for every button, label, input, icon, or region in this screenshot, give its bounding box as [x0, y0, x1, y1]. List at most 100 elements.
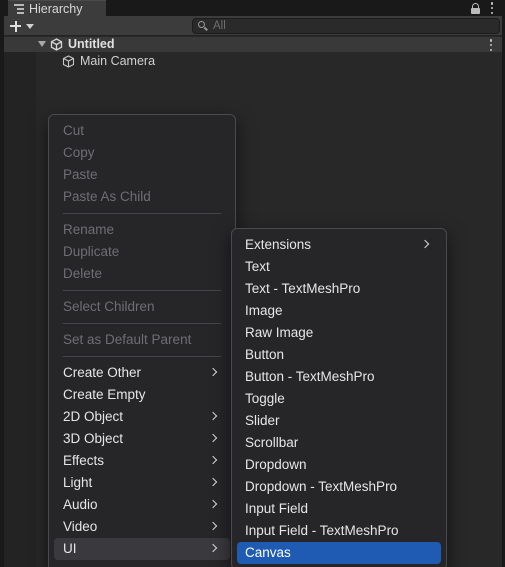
menu-item-label: Paste As Child [63, 189, 151, 204]
submenu-item-slider[interactable]: Slider [232, 410, 446, 432]
menu-item-label: Raw Image [245, 325, 314, 340]
menu-item-audio[interactable]: Audio [49, 494, 235, 516]
submenu-item-input-field[interactable]: Input Field [232, 498, 446, 520]
menu-separator [63, 356, 221, 357]
foldout-arrow-icon[interactable] [38, 41, 46, 47]
dropdown-caret-icon [26, 23, 34, 29]
menu-item-paste[interactable]: Paste [49, 164, 235, 186]
submenu-item-button[interactable]: Button [232, 344, 446, 366]
menu-item-select-children[interactable]: Select Children [49, 296, 235, 318]
menu-item-label: Cut [63, 123, 85, 138]
menu-item-label: Scrollbar [245, 435, 299, 450]
more-options-icon[interactable] [490, 2, 494, 14]
tree-gutter [4, 52, 36, 567]
menu-separator [63, 213, 221, 214]
submenu-item-canvas[interactable]: Canvas [237, 542, 441, 564]
hierarchy-item-label: Main Camera [80, 54, 156, 68]
search-placeholder: All [213, 20, 226, 32]
menu-item-label: Image [245, 303, 283, 318]
tab-bar: Hierarchy [4, 0, 502, 16]
search-field[interactable]: All [192, 18, 500, 34]
menu-item-label: 2D Object [63, 409, 124, 424]
menu-item-label: Text [245, 259, 270, 274]
menu-item-label: Video [63, 519, 98, 534]
menu-item-rename[interactable]: Rename [49, 219, 235, 241]
menu-item-set-as-default-parent[interactable]: Set as Default Parent [49, 329, 235, 351]
menu-item-label: Set as Default Parent [63, 332, 192, 347]
menu-separator [63, 323, 221, 324]
submenu-item-image[interactable]: Image [232, 300, 446, 322]
hierarchy-toolbar: All [4, 16, 502, 36]
menu-item-delete[interactable]: Delete [49, 263, 235, 285]
menu-item-label: Dropdown [245, 457, 307, 472]
chevron-right-icon [208, 521, 218, 531]
menu-item-label: Copy [63, 145, 95, 160]
submenu-item-dropdown[interactable]: Dropdown [232, 454, 446, 476]
menu-item-label: UI [63, 541, 77, 556]
chevron-right-icon [208, 433, 218, 443]
menu-item-label: Delete [63, 266, 103, 281]
menu-item-label: Create Other [63, 365, 142, 380]
menu-item-copy[interactable]: Copy [49, 142, 235, 164]
menu-item-create-empty[interactable]: Create Empty [49, 384, 235, 406]
ui-submenu: Extensions Text Text - TextMeshPro Image… [231, 228, 447, 567]
submenu-item-input-field-textmeshpro[interactable]: Input Field - TextMeshPro [232, 520, 446, 542]
menu-item-label: Slider [245, 413, 280, 428]
menu-item-light[interactable]: Light [49, 472, 235, 494]
tab-actions [471, 0, 494, 16]
menu-item-label: Input Field [245, 501, 309, 516]
menu-item-2d-object[interactable]: 2D Object [49, 406, 235, 428]
menu-item-label: Light [63, 475, 93, 490]
menu-item-ui[interactable]: UI [54, 538, 230, 560]
menu-item-label: Paste [63, 167, 98, 182]
chevron-right-icon [208, 411, 218, 421]
submenu-item-text-textmeshpro[interactable]: Text - TextMeshPro [232, 278, 446, 300]
menu-item-label: Extensions [245, 237, 312, 252]
menu-item-label: Duplicate [63, 244, 120, 259]
menu-item-label: Audio [63, 497, 98, 512]
chevron-right-icon [420, 239, 430, 249]
menu-item-label: Text - TextMeshPro [245, 281, 361, 296]
menu-item-label: Dropdown - TextMeshPro [245, 479, 398, 494]
lock-icon[interactable] [471, 2, 480, 14]
scene-name: Untitled [68, 37, 115, 51]
menu-item-cut[interactable]: Cut [49, 120, 235, 142]
submenu-item-button-textmeshpro[interactable]: Button - TextMeshPro [232, 366, 446, 388]
hierarchy-item-main-camera[interactable]: Main Camera [62, 53, 155, 69]
scene-options-icon[interactable] [489, 39, 493, 51]
chevron-right-icon [208, 367, 218, 377]
unity-scene-icon [50, 38, 63, 51]
menu-item-label: Rename [63, 222, 115, 237]
menu-item-effects[interactable]: Effects [49, 450, 235, 472]
submenu-item-extensions[interactable]: Extensions [232, 234, 446, 256]
menu-item-create-other[interactable]: Create Other [49, 362, 235, 384]
menu-item-label: Input Field - TextMeshPro [245, 523, 399, 538]
menu-item-3d-object[interactable]: 3D Object [49, 428, 235, 450]
menu-item-label: 3D Object [63, 431, 124, 446]
menu-item-video[interactable]: Video [49, 516, 235, 538]
plus-icon [10, 20, 21, 32]
submenu-item-toggle[interactable]: Toggle [232, 388, 446, 410]
submenu-item-dropdown-textmeshpro[interactable]: Dropdown - TextMeshPro [232, 476, 446, 498]
chevron-right-icon [208, 543, 218, 553]
menu-item-duplicate[interactable]: Duplicate [49, 241, 235, 263]
context-menu: Cut Copy Paste Paste As Child Rename Dup… [48, 114, 236, 567]
menu-item-label: Effects [63, 453, 105, 468]
scene-row[interactable]: Untitled [4, 37, 502, 52]
menu-item-paste-as-child[interactable]: Paste As Child [49, 186, 235, 208]
submenu-item-scrollbar[interactable]: Scrollbar [232, 432, 446, 454]
menu-item-label: Canvas [245, 545, 291, 560]
cube-icon [62, 54, 75, 68]
menu-item-label: Button - TextMeshPro [245, 369, 375, 384]
menu-item-label: Create Empty [63, 387, 146, 402]
menu-item-label: Button [245, 347, 285, 362]
menu-item-label: Select Children [63, 299, 155, 314]
menu-separator [63, 290, 221, 291]
create-button[interactable] [10, 18, 34, 34]
tab-hierarchy[interactable]: Hierarchy [8, 0, 106, 16]
submenu-item-text[interactable]: Text [232, 256, 446, 278]
search-icon [198, 21, 208, 31]
hierarchy-list-icon [14, 4, 24, 14]
tab-title: Hierarchy [29, 1, 83, 16]
submenu-item-raw-image[interactable]: Raw Image [232, 322, 446, 344]
